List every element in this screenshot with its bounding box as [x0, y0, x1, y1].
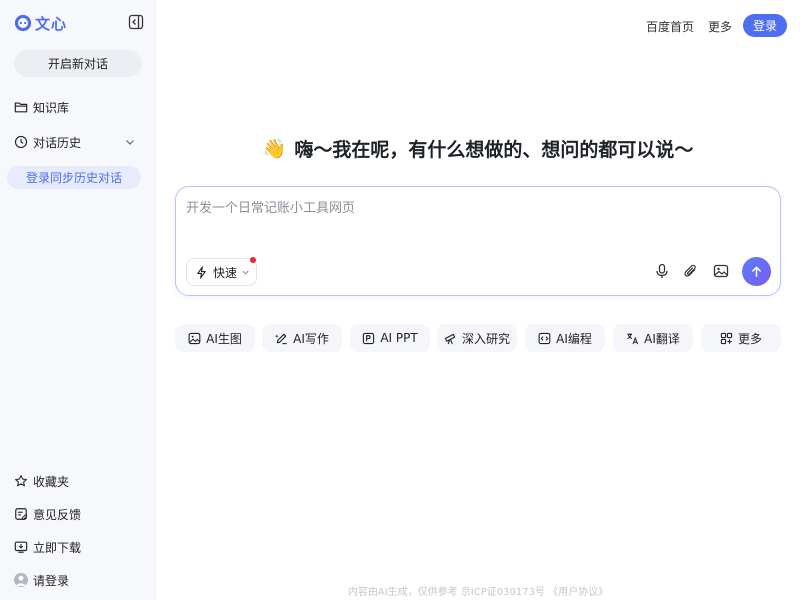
microphone-icon[interactable]: [654, 263, 670, 279]
sidebar-item-download[interactable]: 立即下载: [14, 537, 140, 557]
sidebar-item-knowledge-base[interactable]: 知识库: [14, 97, 140, 117]
login-button[interactable]: 登录: [743, 14, 787, 37]
quick-action-label: 深入研究: [461, 331, 510, 346]
waving-hand-icon: 👋: [262, 137, 287, 160]
quick-action-label: AI写作: [293, 331, 329, 346]
sidebar-item-label: 意见反馈: [33, 507, 82, 522]
paperclip-icon[interactable]: [683, 263, 699, 279]
new-indicator-dot: [250, 257, 256, 263]
send-button[interactable]: [742, 257, 771, 286]
folder-icon: [14, 102, 28, 113]
sidebar-item-feedback[interactable]: 意见反馈: [14, 504, 140, 524]
login-sync-history-button[interactable]: 登录同步历史对话: [7, 166, 141, 189]
quick-action-ai-translate[interactable]: AI翻译: [613, 324, 693, 352]
download-icon: [14, 541, 28, 553]
quick-action-label: 更多: [737, 331, 762, 346]
quick-action-deep-research[interactable]: 深入研究: [437, 324, 517, 352]
chat-input[interactable]: [186, 197, 766, 241]
grid-icon: [720, 332, 733, 344]
chevron-down-icon: [242, 270, 249, 275]
sidebar-item-label: 立即下载: [33, 540, 82, 555]
avatar-icon: [14, 573, 28, 587]
telescope-icon: [444, 333, 456, 344]
brand-logo[interactable]: 文心: [14, 12, 144, 34]
quick-action-more[interactable]: 更多: [701, 324, 781, 352]
mode-select[interactable]: 快速: [186, 258, 257, 286]
new-chat-button[interactable]: 开启新对话: [14, 50, 142, 77]
pen-icon: [275, 333, 287, 344]
feedback-icon: [15, 508, 28, 520]
sidebar-item-label: 收藏夹: [33, 474, 70, 489]
greeting-text: 嗨～我在呢，有什么想做的、想问的都可以说～: [294, 138, 694, 161]
translate-icon: [627, 332, 639, 344]
image-icon[interactable]: [713, 263, 729, 279]
more-link[interactable]: 更多: [708, 18, 732, 35]
quick-action-ai-coding[interactable]: AI编程: [525, 324, 605, 352]
sidebar-item-login[interactable]: 请登录: [14, 570, 140, 590]
clock-icon: [14, 135, 28, 149]
sidebar-item-favorites[interactable]: 收藏夹: [14, 471, 140, 491]
quick-action-ai-ppt[interactable]: AI PPT: [350, 324, 430, 352]
quick-action-label: AI翻译: [644, 331, 680, 346]
image-gen-icon: [188, 332, 201, 344]
lightning-icon: [197, 265, 206, 279]
code-icon: [538, 332, 551, 344]
sidebar-item-label: 知识库: [33, 100, 70, 115]
star-icon: [15, 475, 27, 487]
quick-action-label: AI PPT: [380, 331, 418, 345]
sidebar: 文心 开启新对话 知识库 对话历史 登录同步历史对话 收藏夹 意见反馈 立即下载…: [0, 0, 156, 600]
quick-action-label: AI编程: [556, 331, 592, 346]
chevron-down-icon[interactable]: [124, 136, 136, 148]
greeting: 👋 嗨～我在呢，有什么想做的、想问的都可以说～: [175, 134, 781, 162]
ppt-icon: [363, 332, 375, 344]
quick-action-label: AI生图: [206, 331, 242, 346]
quick-action-ai-image[interactable]: AI生图: [175, 324, 255, 352]
quick-action-ai-writing[interactable]: AI写作: [262, 324, 342, 352]
sidebar-item-label: 对话历史: [33, 135, 82, 150]
arrow-up-icon: [752, 266, 761, 277]
sidebar-item-label: 请登录: [33, 573, 70, 588]
sidebar-item-chat-history[interactable]: 对话历史: [14, 132, 140, 152]
wenxin-logo-icon: [14, 14, 32, 32]
sidebar-collapse-icon[interactable]: [128, 14, 144, 30]
baidu-home-link[interactable]: 百度首页: [646, 18, 694, 35]
chat-composer: 快速: [175, 186, 781, 296]
footer-disclaimer: 内容由AI生成，仅供参考 京ICP证030173号 《用户协议》: [347, 587, 609, 598]
mode-label: 快速: [213, 265, 238, 280]
brand-name: 文心: [35, 14, 68, 33]
